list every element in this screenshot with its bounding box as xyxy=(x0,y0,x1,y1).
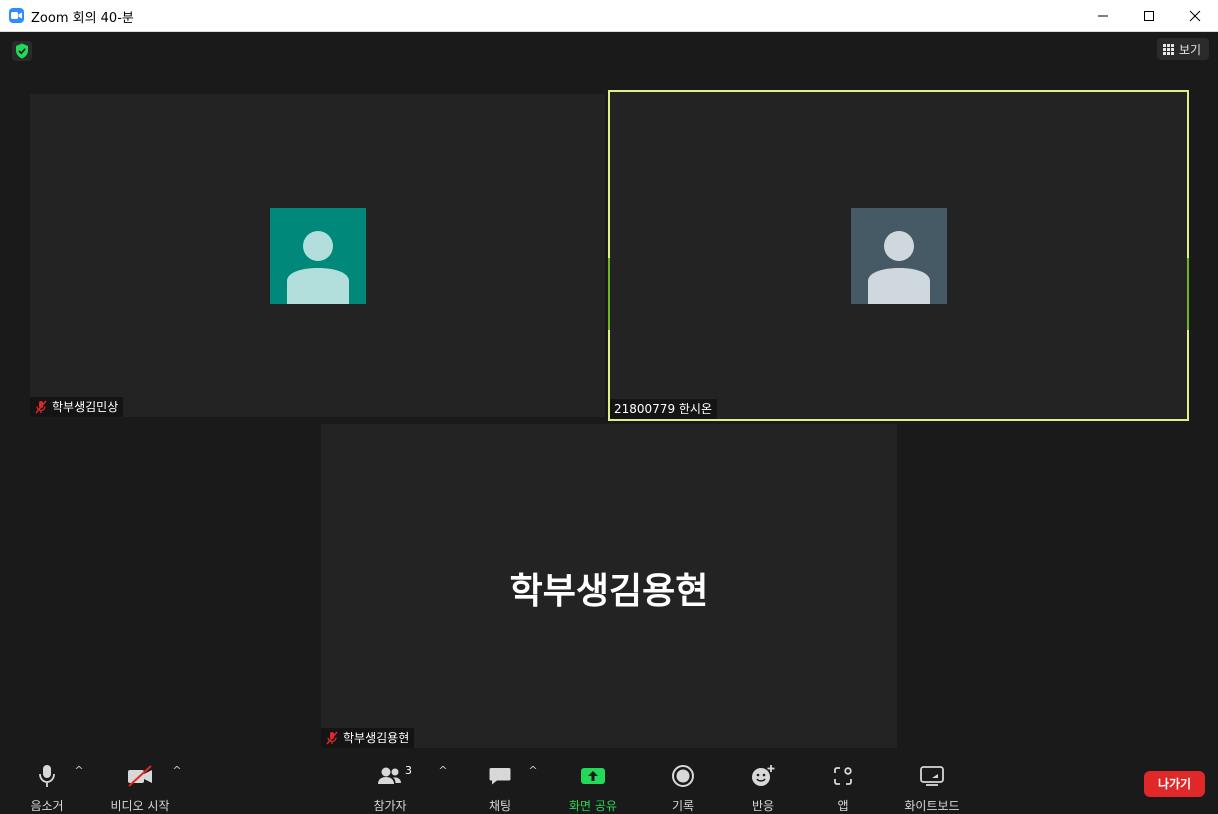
participants-count: 3 xyxy=(405,764,412,777)
share-screen-icon xyxy=(578,764,608,790)
grid-icon xyxy=(1163,44,1174,55)
window-title: Zoom 회의 40-분 xyxy=(31,11,134,26)
share-screen-label: 화면 공유 xyxy=(569,799,617,813)
whiteboard-button[interactable]: 화이트보드 xyxy=(892,760,972,813)
security-shield-button[interactable] xyxy=(12,41,32,61)
participants-label: 참가자 xyxy=(373,799,407,813)
participants-button[interactable]: 참가자 xyxy=(350,760,430,813)
participant-tile-active-speaker[interactable]: 21800779 한시온 xyxy=(608,90,1189,421)
mute-label: 음소거 xyxy=(30,799,64,813)
whiteboard-icon xyxy=(917,764,947,790)
close-button[interactable] xyxy=(1172,0,1218,31)
participant-tile[interactable]: 학부생김용현 학부생김용현 xyxy=(321,424,897,748)
close-icon xyxy=(1189,10,1201,22)
shield-check-icon xyxy=(16,43,28,59)
mic-muted-icon xyxy=(35,400,47,414)
minimize-button[interactable] xyxy=(1080,0,1126,31)
apps-label: 앱 xyxy=(837,799,849,813)
avatar xyxy=(851,208,947,304)
reactions-button[interactable]: 반응 xyxy=(723,760,803,813)
participant-name-tag: 학부생김용현 xyxy=(321,728,415,748)
speaker-indicator xyxy=(1187,258,1189,330)
minimize-icon xyxy=(1098,15,1108,17)
record-button[interactable]: 기록 xyxy=(643,760,723,813)
share-screen-button[interactable]: 화면 공유 xyxy=(553,760,633,813)
participant-name: 학부생김용현 xyxy=(343,731,410,745)
participant-display-name: 학부생김용현 xyxy=(509,571,709,612)
participant-name: 21800779 한시온 xyxy=(614,402,713,416)
mic-muted-icon xyxy=(326,731,338,745)
meeting-toolbar: 음소거 ^ 비디오 시작 ^ 참가자 3 ^ 채팅 ^ 화면 공유 기록 반응 … xyxy=(0,752,1218,813)
apps-icon xyxy=(828,764,858,790)
maximize-button[interactable] xyxy=(1126,0,1172,31)
chat-options-caret-icon[interactable]: ^ xyxy=(526,764,540,777)
video-options-caret-icon[interactable]: ^ xyxy=(170,764,184,777)
chat-label: 채팅 xyxy=(488,799,512,813)
view-button[interactable]: 보기 xyxy=(1157,38,1209,60)
audio-options-caret-icon[interactable]: ^ xyxy=(72,764,86,777)
video-label: 비디오 시작 xyxy=(110,799,170,813)
record-label: 기록 xyxy=(671,799,695,813)
participant-tile[interactable]: 학부생김민상 xyxy=(30,94,605,417)
whiteboard-label: 화이트보드 xyxy=(904,799,960,813)
start-video-button[interactable]: 비디오 시작 xyxy=(100,760,180,813)
zoom-logo-icon xyxy=(9,8,24,23)
avatar xyxy=(270,208,366,304)
person-avatar-icon xyxy=(868,231,930,304)
person-avatar-icon xyxy=(287,231,349,304)
maximize-icon xyxy=(1144,11,1154,21)
participant-name-tag: 학부생김민상 xyxy=(30,397,124,417)
view-label: 보기 xyxy=(1179,43,1202,57)
window-titlebar: Zoom 회의 40-분 xyxy=(0,0,1218,32)
leave-meeting-button[interactable]: 나가기 xyxy=(1144,771,1205,797)
reaction-smiley-icon xyxy=(748,764,778,790)
chat-icon xyxy=(485,764,515,790)
participants-icon xyxy=(375,764,405,790)
apps-button[interactable]: 앱 xyxy=(803,760,883,813)
participant-name-tag: 21800779 한시온 xyxy=(610,399,718,419)
speaker-indicator xyxy=(608,258,610,330)
video-off-icon xyxy=(125,764,155,790)
reactions-label: 반응 xyxy=(751,799,775,813)
participants-options-caret-icon[interactable]: ^ xyxy=(436,764,450,777)
participant-name: 학부생김민상 xyxy=(52,400,119,414)
record-icon xyxy=(668,764,698,790)
microphone-icon xyxy=(32,764,62,790)
